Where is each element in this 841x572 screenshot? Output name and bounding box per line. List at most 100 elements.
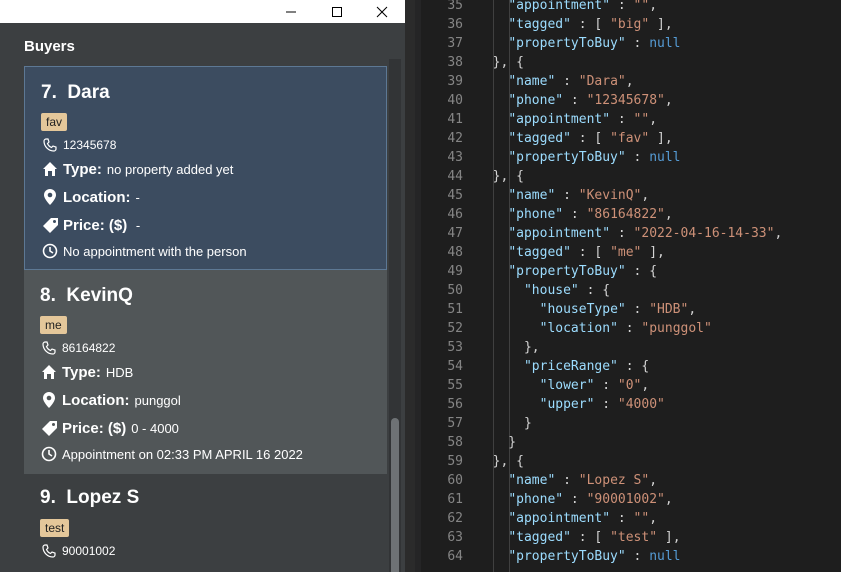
location-pin-icon <box>40 391 58 409</box>
code-line: 49 "propertyToBuy" : { <box>421 262 841 281</box>
code-line: 45 "name" : "KevinQ", <box>421 186 841 205</box>
code-line: 60 "name" : "Lopez S", <box>421 471 841 490</box>
location-pin-icon <box>41 188 59 206</box>
code-line: 54 "priceRange" : { <box>421 357 841 376</box>
code-text: }, <box>477 338 540 357</box>
code-text: "name" : "Lopez S", <box>477 471 657 490</box>
maximize-icon <box>332 6 342 17</box>
line-number: 36 <box>447 17 463 32</box>
buyer-name: 7. Dara <box>41 82 110 103</box>
code-token: null <box>649 150 681 165</box>
code-token: : <box>555 188 579 203</box>
code-token: null <box>649 36 681 51</box>
code-token: : <box>555 74 579 89</box>
code-token: "86164822" <box>586 207 665 222</box>
buyer-name: 8. KevinQ <box>40 285 133 306</box>
code-token: ], <box>649 131 673 146</box>
json-code-editor[interactable]: 35 "appointment" : "", 36 "tagged" : [ "b… <box>421 0 841 572</box>
code-line: 55 "lower" : "0", <box>421 376 841 395</box>
code-text: }, { <box>477 53 524 72</box>
buyer-name: 9. Lopez S <box>40 487 140 508</box>
home-icon <box>41 160 59 178</box>
code-token: "appointment" <box>508 226 611 241</box>
code-line: 44 }, { <box>421 167 841 186</box>
code-line: 57 } <box>421 414 841 433</box>
code-token: }, { <box>477 55 524 70</box>
line-number: 55 <box>447 378 463 393</box>
code-line: 47 "appointment" : "2022-04-16-14-33", <box>421 224 841 243</box>
code-line: 62 "appointment" : "", <box>421 509 841 528</box>
code-token: "appointment" <box>508 0 611 13</box>
line-number: 61 <box>447 492 463 507</box>
line-number: 37 <box>447 36 463 51</box>
code-text: "tagged" : [ "big" ], <box>477 15 672 34</box>
code-text: "phone" : "90001002", <box>477 490 672 509</box>
code-line: 39 "name" : "Dara", <box>421 72 841 91</box>
code-token: , <box>649 112 658 127</box>
appointment-value: Appointment on 02:33 PM APRIL 16 2022 <box>62 446 303 462</box>
buyer-card[interactable]: 9. Lopez S test 90001002 <box>24 474 387 572</box>
code-text: "location" : "punggol" <box>477 319 712 338</box>
code-text: "name" : "KevinQ", <box>477 186 649 205</box>
code-token: "4000" <box>617 397 665 412</box>
price-label: Price: ($) <box>62 419 127 437</box>
code-token: : <box>625 302 650 317</box>
buyer-card[interactable]: 8. KevinQ me 86164822 Type: HDB Location… <box>24 270 387 474</box>
code-text: "tagged" : [ "me" ], <box>477 243 665 262</box>
close-button[interactable] <box>359 0 405 23</box>
phone-row: 12345678 <box>41 136 116 154</box>
code-token: "phone" <box>508 492 564 507</box>
phone-icon <box>40 542 58 560</box>
price-row: Price: ($) 0 - 4000 <box>40 419 179 437</box>
code-text: } <box>477 414 532 433</box>
code-token: "HDB" <box>649 302 689 317</box>
code-token: "appointment" <box>508 112 611 127</box>
line-number: 51 <box>447 302 463 317</box>
code-text: }, { <box>477 167 524 186</box>
line-number: 49 <box>447 264 463 279</box>
line-number: 39 <box>447 74 463 89</box>
tag-badge: me <box>40 316 67 334</box>
code-token: , <box>649 0 658 13</box>
line-number: 64 <box>447 549 463 564</box>
buyer-card[interactable]: 7. Dara fav 12345678 Type: no property a… <box>24 66 387 270</box>
code-token: "name" <box>508 74 556 89</box>
code-token: : <box>563 207 587 222</box>
code-line: 41 "appointment" : "", <box>421 110 841 129</box>
code-token: : <box>625 549 650 564</box>
maximize-button[interactable] <box>314 0 360 23</box>
code-token: "fav" <box>610 131 650 146</box>
code-token: , <box>625 74 634 89</box>
scrollbar-thumb[interactable] <box>391 418 399 572</box>
code-token: : <box>555 473 579 488</box>
code-token: : <box>610 112 634 127</box>
code-line: 40 "phone" : "12345678", <box>421 91 841 110</box>
line-number: 53 <box>447 340 463 355</box>
minimize-button[interactable] <box>268 0 314 23</box>
clock-icon <box>41 242 59 260</box>
buyer-list[interactable]: 7. Dara fav 12345678 Type: no property a… <box>24 59 387 572</box>
line-number: 48 <box>447 245 463 260</box>
code-line: 48 "tagged" : [ "me" ], <box>421 243 841 262</box>
code-token: , <box>649 473 658 488</box>
code-line: 36 "tagged" : [ "big" ], <box>421 15 841 34</box>
line-number: 35 <box>447 0 463 13</box>
code-text: "tagged" : [ "test" ], <box>477 528 680 547</box>
code-token: "" <box>633 112 650 127</box>
code-line: 59 }, { <box>421 452 841 471</box>
code-text: "tagged" : [ "fav" ], <box>477 129 673 148</box>
code-token: ], <box>641 245 665 260</box>
line-number: 58 <box>447 435 463 450</box>
code-text: "houseType" : "HDB", <box>477 300 697 319</box>
line-number: 57 <box>447 416 463 431</box>
code-text: "propertyToBuy" : { <box>477 262 657 281</box>
code-text: } <box>477 433 516 452</box>
code-token: "tagged" <box>508 131 571 146</box>
code-text: "appointment" : "", <box>477 110 657 129</box>
code-token: : <box>625 150 650 165</box>
